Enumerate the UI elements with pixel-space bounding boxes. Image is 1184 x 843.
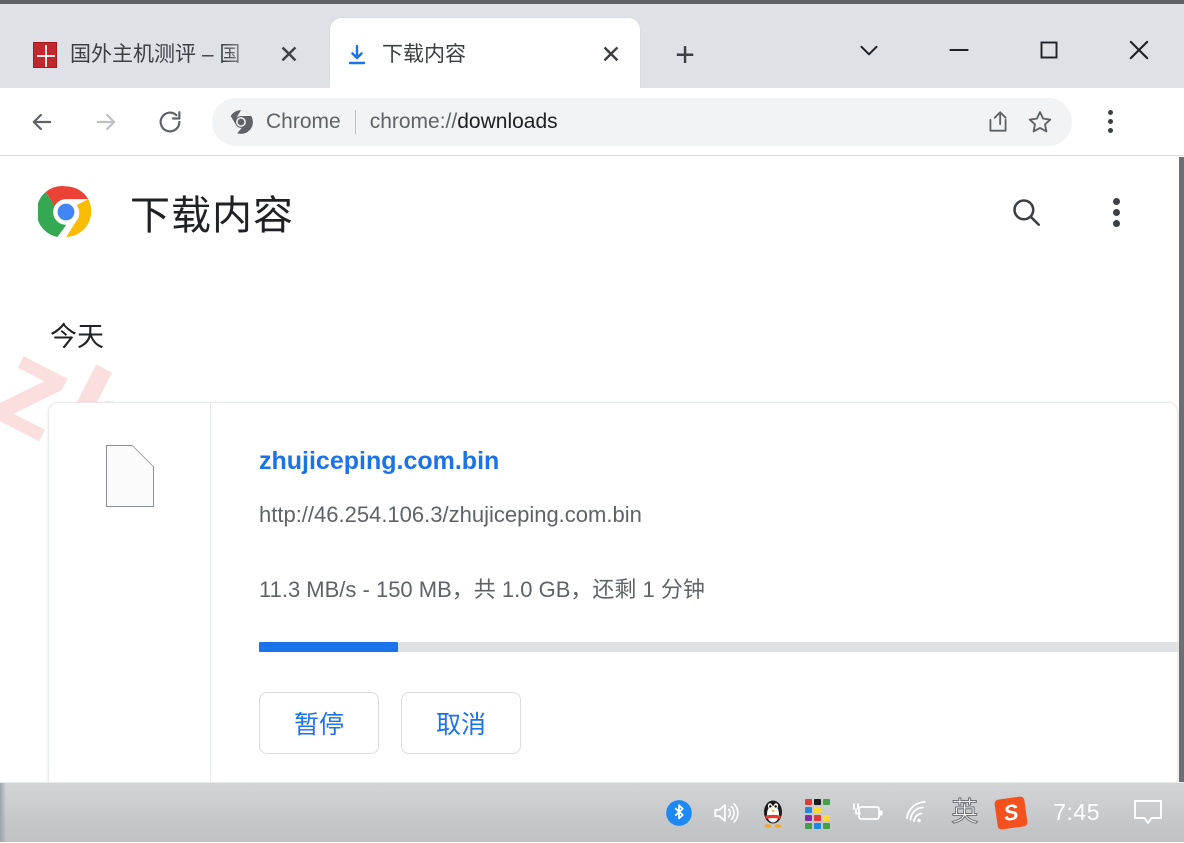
chrome-logo-icon xyxy=(38,184,94,240)
tab-search-chevron-down-icon[interactable] xyxy=(824,8,914,92)
share-icon[interactable] xyxy=(980,104,1016,140)
download-arrow-icon xyxy=(344,42,370,68)
date-group-heading: 今天 xyxy=(50,322,104,352)
downloads-page: zhujiceping.com 下载内容 xyxy=(0,157,1184,782)
minimize-button[interactable] xyxy=(914,8,1004,92)
taskbar-clock[interactable]: 7:45 xyxy=(1035,799,1122,826)
download-progress-fill xyxy=(259,642,399,652)
red-seal-favicon-icon xyxy=(32,42,58,68)
page-title: 下载内容 xyxy=(130,194,294,238)
search-icon[interactable] xyxy=(998,184,1054,240)
browser-toolbar: Chrome chrome://downloads xyxy=(0,88,1184,156)
tab-strip: 国外主机测评 – 国 ✕ 下载内容 ✕ + xyxy=(0,0,1184,92)
download-details: zhujiceping.com.bin http://46.254.106.3/… xyxy=(211,403,1184,782)
reload-icon[interactable] xyxy=(142,94,198,150)
maximize-button[interactable] xyxy=(1004,8,1094,92)
download-progress-bar xyxy=(259,642,1184,652)
omnibox-url-path: downloads xyxy=(457,109,558,133)
windows-taskbar: 英 S 7:45 xyxy=(0,782,1184,842)
sogou-input-icon[interactable]: S xyxy=(987,783,1035,843)
tab-title: 下载内容 xyxy=(382,43,466,67)
close-button[interactable] xyxy=(1094,8,1184,92)
omnibox-url[interactable]: chrome://downloads xyxy=(370,110,974,134)
wifi-icon[interactable] xyxy=(894,783,942,843)
three-dot-menu-icon xyxy=(1107,110,1113,133)
ime-language-label: 英 xyxy=(951,797,979,827)
battery-charging-icon[interactable] xyxy=(840,783,894,843)
omnibox-chip-label: Chrome xyxy=(266,109,341,133)
address-bar[interactable]: Chrome chrome://downloads xyxy=(212,97,1072,146)
ime-english-icon[interactable]: 英 xyxy=(942,783,987,843)
color-grid-icon[interactable] xyxy=(796,783,840,843)
download-file-icon-column xyxy=(49,403,211,782)
omnibox-separator xyxy=(354,109,356,134)
pause-download-button[interactable]: 暂停 xyxy=(259,692,379,754)
tab-close-button[interactable]: ✕ xyxy=(274,40,304,70)
browser-menu-button[interactable] xyxy=(1082,94,1138,150)
notification-bubble-icon[interactable] xyxy=(1122,783,1174,843)
page-scrollbar[interactable] xyxy=(1179,157,1184,782)
tab-title: 国外主机测评 – 国 xyxy=(70,43,241,67)
qq-penguin-icon[interactable] xyxy=(750,783,796,843)
bluetooth-icon[interactable] xyxy=(656,783,702,843)
new-tab-button[interactable]: + xyxy=(664,34,706,76)
window-controls xyxy=(824,8,1184,92)
download-source-url: http://46.254.106.3/zhujiceping.com.bin xyxy=(259,502,642,527)
bookmark-star-icon[interactable] xyxy=(1022,104,1058,140)
browser-window: 国外主机测评 – 国 ✕ 下载内容 ✕ + Chrome chrome://do… xyxy=(0,0,1184,842)
chrome-logo-grey-icon xyxy=(228,109,254,135)
tab-guowai-zhuji[interactable]: 国外主机测评 – 国 ✕ xyxy=(18,18,318,92)
omnibox-url-scheme: chrome:// xyxy=(369,109,458,133)
download-action-buttons: 暂停 取消 xyxy=(259,692,1184,754)
download-file-name-link[interactable]: zhujiceping.com.bin xyxy=(259,447,1184,476)
tab-close-button[interactable]: ✕ xyxy=(596,40,626,70)
tab-downloads[interactable]: 下载内容 ✕ xyxy=(330,18,640,92)
download-item-card[interactable]: zhujiceping.com.bin http://46.254.106.3/… xyxy=(48,402,1184,782)
downloads-menu-button[interactable] xyxy=(1088,184,1144,240)
cancel-download-button[interactable]: 取消 xyxy=(401,692,521,754)
volume-icon[interactable] xyxy=(702,783,750,843)
forward-arrow-icon[interactable] xyxy=(78,94,134,150)
generic-file-icon xyxy=(105,444,154,507)
back-arrow-icon[interactable] xyxy=(14,94,70,150)
download-status-text: 11.3 MB/s - 150 MB，共 1.0 GB，还剩 1 分钟 xyxy=(259,577,705,602)
three-dot-menu-icon xyxy=(1112,197,1120,227)
downloads-page-header: 下载内容 xyxy=(0,157,1184,267)
sogou-logo-label: S xyxy=(994,795,1029,830)
